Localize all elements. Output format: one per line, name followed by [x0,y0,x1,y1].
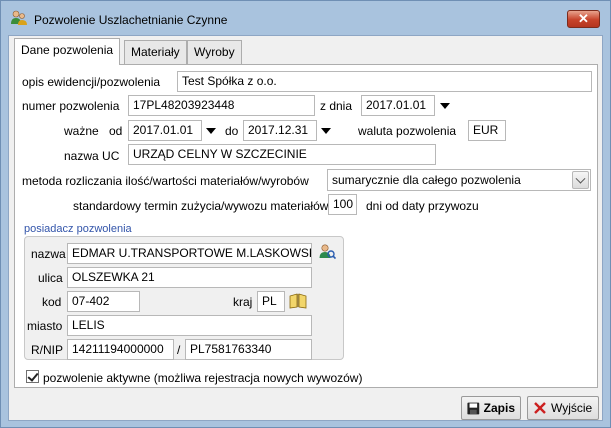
ulica-input[interactable]: OLSZEWKA 21 [67,267,312,288]
nazwa-input[interactable]: EDMAR U.TRANSPORTOWE M.LASKOWSK [67,243,312,264]
termin-suffix: dni od daty przywozu [366,199,479,213]
z-dnia-label: z dnia [320,99,353,113]
od-input[interactable]: 2017.01.01 [128,120,202,141]
close-button[interactable]: ✕ [567,10,600,28]
opis-label: opis ewidencji/pozwolenia [22,75,161,89]
termin-input[interactable]: 100 [328,194,357,215]
posiadacz-group: nazwa EDMAR U.TRANSPORTOWE M.LASKOWSK ul… [24,236,344,360]
do-input[interactable]: 2017.12.31 [243,120,317,141]
numer-input[interactable]: 17PL48203923448 [128,95,315,116]
tab-dane-pozwolenia[interactable]: Dane pozwolenia [14,38,121,65]
metoda-label: metoda rozliczania ilość/wartości materi… [22,174,309,188]
user-search-icon[interactable] [318,243,336,261]
aktywne-checkbox[interactable] [26,370,39,383]
metoda-select-value: sumarycznie dla całego pozwolenia [332,173,521,187]
posiadacz-group-title: posiadacz pozwolenia [24,223,132,235]
wazne-label: ważne [64,124,99,138]
uc-input[interactable]: URZĄD CELNY W SZCZECINIE [128,144,436,165]
title-bar[interactable]: Pozwolenie Uszlachetnianie Czynne ✕ [1,1,610,31]
app-users-icon [11,10,27,25]
z-dnia-dropdown-icon[interactable] [440,103,450,109]
kraj-input[interactable]: PL [257,291,285,312]
tab-materialy[interactable]: Materiały [124,40,187,64]
uc-label: nazwa UC [64,149,120,163]
kod-input[interactable]: 07-402 [67,291,140,312]
od-dropdown-icon[interactable] [206,128,216,134]
kod-label: kod [42,295,62,309]
tab-wyroby[interactable]: Wyroby [187,40,242,64]
do-dropdown-icon[interactable] [321,128,331,134]
ulica-label: ulica [38,271,63,285]
exit-button[interactable]: Wyjście [527,396,599,420]
metoda-select[interactable]: sumarycznie dla całego pozwolenia [327,169,591,191]
termin-label: standardowy termin zużycia/wywozu materi… [73,199,329,213]
od-label: od [109,124,123,138]
book-icon[interactable] [289,293,307,309]
window-title: Pozwolenie Uszlachetnianie Czynne [34,13,228,27]
opis-input[interactable]: Test Spółka z o.o. [177,71,592,92]
regon-input[interactable]: 14211194000000 [67,339,174,360]
waluta-input[interactable]: EUR [468,120,506,141]
rnip-separator: / [177,343,181,357]
save-button-label: Zapis [483,401,515,415]
miasto-label: miasto [27,319,63,333]
save-button[interactable]: Zapis [461,396,521,420]
client-area: Dane pozwolenia Materiały Wyroby opis ew… [8,35,603,421]
chevron-down-icon[interactable] [572,171,589,189]
kraj-label: kraj [233,295,253,309]
tab-panel: opis ewidencji/pozwolenia Test Spółka z … [14,64,598,388]
close-x-icon [534,402,546,414]
do-label: do [225,124,239,138]
dialog-window: Pozwolenie Uszlachetnianie Czynne ✕ Dane… [0,0,611,428]
aktywne-label: pozwolenie aktywne (możliwa rejestracja … [43,371,363,385]
numer-label: numer pozwolenia [22,99,120,113]
nazwa-label: nazwa [31,247,66,261]
nip-input[interactable]: PL7581763340 [185,339,312,360]
floppy-disk-icon [467,402,480,414]
z-dnia-input[interactable]: 2017.01.01 [361,95,435,116]
rnip-label: R/NIP [31,343,64,357]
waluta-label: waluta pozwolenia [358,124,457,138]
miasto-input[interactable]: LELIS [67,315,312,336]
exit-button-label: Wyjście [551,401,593,415]
